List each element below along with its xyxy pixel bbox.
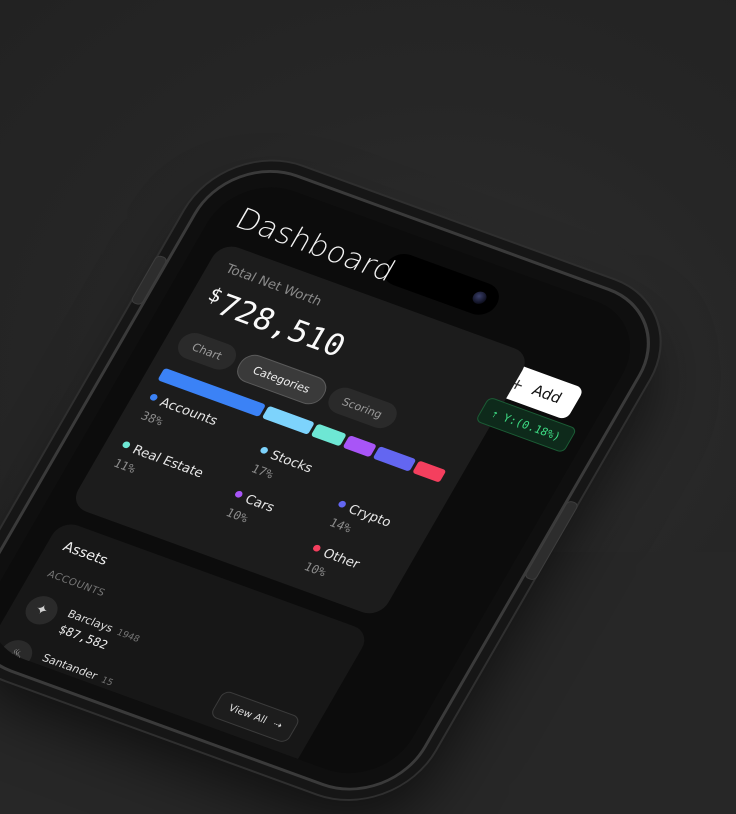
category-bar-segment-real-estate	[310, 423, 347, 447]
flame-icon: ♨	[0, 635, 38, 673]
stocks-section-label: STO	[0, 670, 11, 688]
category-bar-segment-other	[412, 460, 447, 483]
legend-stocks: Stocks 17%	[247, 444, 315, 492]
category-bar-segment-crypto	[372, 445, 417, 472]
category-bar-segment-stocks	[262, 405, 315, 435]
tab-scoring[interactable]: Scoring	[322, 383, 402, 432]
view-all-label: View All	[226, 702, 269, 726]
arrow-up-icon: ⇡	[488, 406, 502, 421]
accounts-dot-icon	[148, 393, 159, 402]
add-button-label: Add	[528, 381, 566, 408]
legend-accounts: Accounts 38%	[136, 391, 220, 444]
assets-title: Assets	[59, 539, 111, 569]
legend-cars: Cars 10%	[222, 488, 277, 531]
accounts-section-label: ACCOUNTS	[45, 568, 107, 600]
tab-chart[interactable]: Chart	[172, 329, 242, 374]
camera-icon	[470, 289, 489, 306]
other-dot-icon	[311, 543, 322, 553]
legend-real-estate: Real Estate 11%	[109, 439, 206, 497]
cars-dot-icon	[233, 489, 244, 499]
real-estate-dot-icon	[121, 440, 132, 450]
arrow-right-icon: ⇢	[270, 718, 285, 732]
eagle-icon: ✦	[19, 591, 64, 629]
account-year: 15	[98, 675, 115, 689]
view-all-button[interactable]: View All ⇢	[209, 689, 302, 745]
legend-crypto: Crypto 14%	[325, 498, 394, 546]
stocks-dot-icon	[259, 446, 270, 455]
category-bar-segment-cars	[342, 435, 377, 458]
account-name: Santander	[39, 651, 100, 683]
legend-other: Other 10%	[300, 542, 362, 588]
crypto-dot-icon	[337, 499, 348, 509]
